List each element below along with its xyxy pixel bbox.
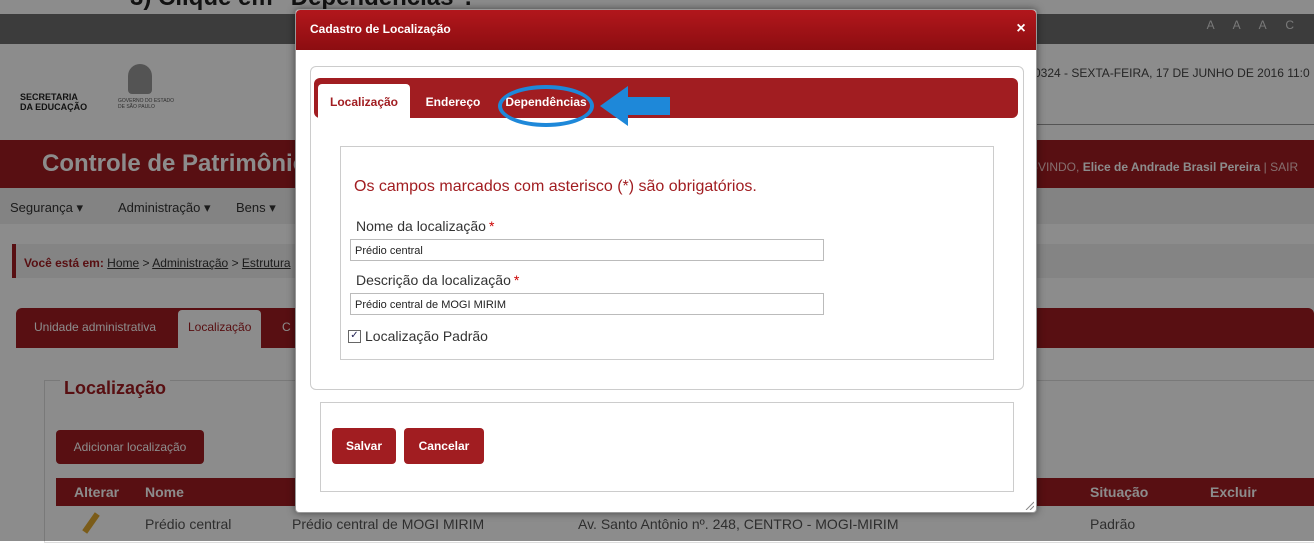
default-location-row: ✓ Localização Padrão	[348, 328, 488, 344]
required-note: Os campos marcados com asterisco (*) são…	[354, 178, 757, 195]
required-star: *	[488, 218, 495, 234]
desc-field[interactable]: Prédio central de MOGI MIRIM	[350, 293, 824, 315]
name-label-text: Nome da localização	[356, 218, 486, 234]
desc-label-text: Descrição da localização	[356, 272, 511, 288]
default-location-checkbox[interactable]: ✓	[348, 329, 361, 343]
highlight-circle	[498, 85, 594, 127]
close-icon[interactable]: ×	[1012, 20, 1030, 38]
default-location-label: Localização Padrão	[365, 328, 488, 344]
dialog-title: Cadastro de Localização	[310, 22, 451, 36]
save-button[interactable]: Salvar	[332, 428, 396, 464]
pointer-arrow-icon	[600, 86, 670, 126]
location-dialog: Cadastro de Localização × Localização En…	[295, 9, 1037, 513]
desc-label: Descrição da localização *	[356, 272, 519, 288]
name-label: Nome da localização *	[356, 218, 494, 234]
cancel-button[interactable]: Cancelar	[404, 428, 484, 464]
resize-grip-icon[interactable]	[1024, 500, 1034, 510]
dialog-header: Cadastro de Localização ×	[296, 10, 1036, 50]
tab-localizacao-dialog[interactable]: Localização	[318, 84, 410, 120]
required-star: *	[513, 272, 520, 288]
name-field[interactable]: Prédio central	[350, 239, 824, 261]
tab-endereco[interactable]: Endereço	[414, 84, 492, 120]
